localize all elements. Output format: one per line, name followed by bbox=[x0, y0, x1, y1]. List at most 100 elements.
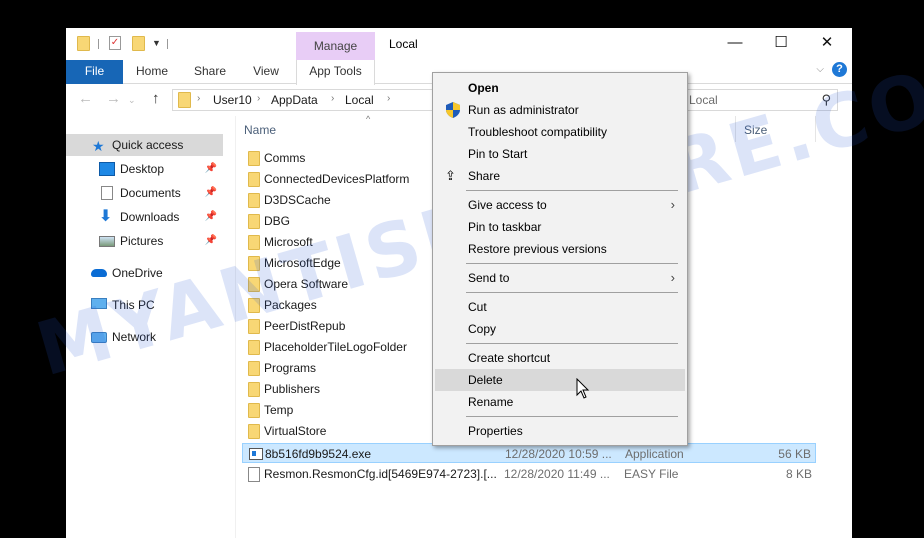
divider bbox=[98, 39, 99, 49]
file-name: Resmon.ResmonCfg.id[5469E974-2723].[... bbox=[264, 467, 497, 481]
menu-item-restore-previous-versions[interactable]: Restore previous versions bbox=[435, 238, 685, 260]
column-divider[interactable] bbox=[815, 116, 816, 142]
sidebar-item-documents[interactable]: Documents 📌 bbox=[66, 182, 223, 204]
folder-icon bbox=[248, 235, 260, 250]
new-folder-icon[interactable] bbox=[132, 36, 145, 51]
sidebar-item-network[interactable]: Network bbox=[66, 326, 223, 348]
pin-icon[interactable]: 📌 bbox=[205, 230, 217, 252]
sidebar-item-desktop[interactable]: Desktop 📌 bbox=[66, 158, 223, 180]
file-type: Application bbox=[625, 447, 684, 461]
file-name: Comms bbox=[264, 151, 306, 165]
search-box[interactable]: Local ⚲ bbox=[666, 89, 838, 111]
menu-item-run-as-administrator[interactable]: Run as administrator bbox=[435, 99, 685, 121]
menu-item-open[interactable]: Open bbox=[435, 77, 685, 99]
back-arrow-icon[interactable]: ← bbox=[78, 90, 93, 107]
pin-icon[interactable]: 📌 bbox=[205, 158, 217, 180]
menu-item-label: Restore previous versions bbox=[468, 242, 607, 256]
folder-icon bbox=[248, 193, 260, 208]
folder-icon bbox=[248, 298, 260, 313]
menu-item-label: Pin to Start bbox=[468, 147, 528, 161]
menu-separator bbox=[466, 190, 678, 191]
folder-icon[interactable] bbox=[77, 36, 90, 51]
tab-home[interactable]: Home bbox=[128, 60, 176, 84]
expand-ribbon-chevron-icon[interactable]: ⌵ bbox=[816, 64, 824, 75]
breadcrumb-separator-icon[interactable]: › bbox=[387, 93, 390, 104]
sidebar-item-quick-access[interactable]: ★ Quick access bbox=[66, 134, 223, 156]
sidebar-item-label: Downloads bbox=[120, 210, 180, 224]
help-icon[interactable]: ? bbox=[832, 62, 847, 77]
menu-item-properties[interactable]: Properties bbox=[435, 420, 685, 442]
menu-item-label: Troubleshoot compatibility bbox=[468, 125, 607, 139]
properties-check-icon[interactable]: ✓ bbox=[109, 36, 121, 50]
menu-item-label: Delete bbox=[468, 373, 503, 387]
file-name: Publishers bbox=[264, 382, 321, 396]
customize-toolbar-icon[interactable]: ▼ bbox=[152, 38, 161, 48]
menu-separator bbox=[466, 343, 678, 344]
column-header-size[interactable]: Size bbox=[744, 123, 767, 137]
sidebar-item-label: Quick access bbox=[112, 138, 184, 152]
minimize-button[interactable]: — bbox=[712, 28, 758, 58]
menu-separator bbox=[466, 416, 678, 417]
sidebar-item-onedrive[interactable]: OneDrive bbox=[66, 262, 223, 284]
menu-item-give-access-to[interactable]: Give access to › bbox=[435, 194, 685, 216]
menu-item-pin-to-start[interactable]: Pin to Start bbox=[435, 143, 685, 165]
tab-share[interactable]: Share bbox=[186, 60, 234, 84]
downloads-icon: ⬇ bbox=[99, 208, 113, 225]
breadcrumb-separator-icon[interactable]: › bbox=[197, 93, 200, 104]
menu-item-create-shortcut[interactable]: Create shortcut bbox=[435, 347, 685, 369]
tab-view[interactable]: View bbox=[244, 60, 288, 84]
network-icon bbox=[91, 332, 107, 343]
column-header-name[interactable]: Name bbox=[244, 123, 276, 137]
menu-item-rename[interactable]: Rename bbox=[435, 391, 685, 413]
menu-item-label: Cut bbox=[468, 300, 487, 314]
menu-item-delete[interactable]: Delete bbox=[435, 369, 685, 391]
recent-locations-chevron-icon[interactable]: ⌄ bbox=[128, 95, 136, 106]
sidebar-item-pictures[interactable]: Pictures 📌 bbox=[66, 230, 223, 252]
file-row-selected[interactable]: 8b516fd9b9524.exe 12/28/2020 10:59 ... A… bbox=[242, 443, 816, 463]
menu-item-pin-to-taskbar[interactable]: Pin to taskbar bbox=[435, 216, 685, 238]
sidebar-item-this-pc[interactable]: This PC bbox=[66, 294, 223, 316]
folder-icon bbox=[248, 382, 260, 397]
pin-icon[interactable]: 📌 bbox=[205, 206, 217, 228]
column-divider[interactable] bbox=[735, 116, 736, 142]
pictures-icon bbox=[99, 236, 115, 247]
breadcrumb-separator-icon[interactable]: › bbox=[331, 93, 334, 104]
tab-file[interactable]: File bbox=[66, 60, 123, 84]
file-name: Microsoft bbox=[264, 235, 313, 249]
close-button[interactable]: ✕ bbox=[804, 28, 850, 58]
file-name: DBG bbox=[264, 214, 291, 228]
breadcrumb-appdata[interactable]: AppData bbox=[271, 93, 318, 107]
menu-item-copy[interactable]: Copy bbox=[435, 318, 685, 340]
documents-icon bbox=[101, 186, 113, 200]
file-name: VirtualStore bbox=[264, 424, 327, 438]
sidebar-item-label: Pictures bbox=[120, 234, 164, 248]
manage-contextual-tab[interactable]: Manage bbox=[296, 32, 375, 60]
menu-item-cut[interactable]: Cut bbox=[435, 296, 685, 318]
search-placeholder: Local bbox=[689, 93, 718, 107]
pin-icon[interactable]: 📌 bbox=[205, 182, 217, 204]
tab-app-tools[interactable]: App Tools bbox=[296, 60, 375, 85]
menu-item-share[interactable]: ⇪ Share bbox=[435, 165, 685, 187]
search-icon[interactable]: ⚲ bbox=[821, 92, 831, 108]
menu-item-send-to[interactable]: Send to › bbox=[435, 267, 685, 289]
maximize-button[interactable]: ☐ bbox=[758, 28, 804, 58]
navigation-pane: ★ Quick access Desktop 📌 Documents 📌 ⬇ D… bbox=[66, 116, 236, 538]
menu-item-label: Run as administrator bbox=[468, 103, 579, 117]
folder-icon bbox=[248, 361, 260, 376]
this-pc-icon bbox=[91, 298, 107, 309]
breadcrumb-local[interactable]: Local bbox=[345, 93, 374, 107]
breadcrumb-separator-icon[interactable]: › bbox=[257, 93, 260, 104]
menu-item-label: Open bbox=[468, 81, 499, 95]
forward-arrow-icon[interactable]: → bbox=[106, 90, 121, 107]
file-row[interactable]: Resmon.ResmonCfg.id[5469E974-2723].[... … bbox=[242, 464, 816, 484]
breadcrumb-user10[interactable]: User10 bbox=[213, 93, 252, 107]
file-name: D3DSCache bbox=[264, 193, 331, 207]
sidebar-item-label: Network bbox=[112, 330, 157, 344]
menu-item-label: Properties bbox=[468, 424, 523, 438]
sidebar-item-downloads[interactable]: ⬇ Downloads 📌 bbox=[66, 206, 223, 228]
menu-item-label: Pin to taskbar bbox=[468, 220, 542, 234]
menu-item-label: Give access to bbox=[468, 198, 547, 212]
folder-icon bbox=[248, 403, 260, 418]
up-arrow-icon[interactable]: ↑ bbox=[152, 90, 160, 107]
menu-item-troubleshoot-compatibility[interactable]: Troubleshoot compatibility bbox=[435, 121, 685, 143]
